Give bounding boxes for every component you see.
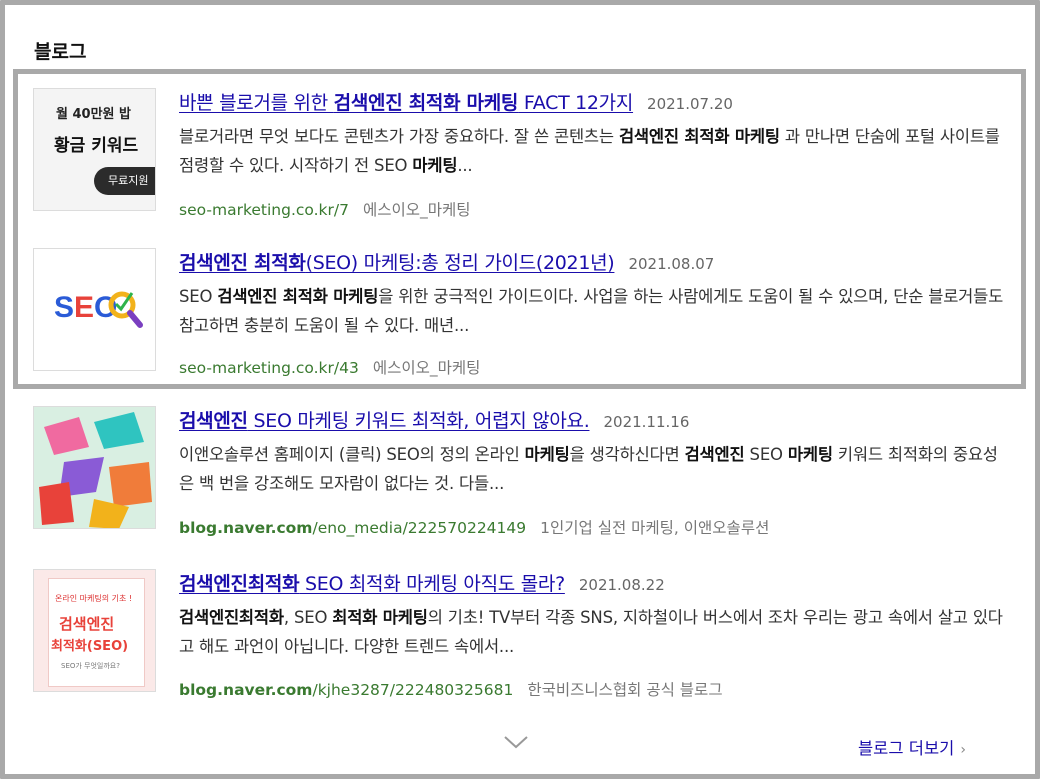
source-url[interactable]: blog.naver.com/eno_media/222570224149 xyxy=(179,519,526,537)
description-text: SEO xyxy=(179,287,218,306)
url-domain: blog.naver.com xyxy=(179,681,313,699)
title-row: 검색엔진 SEO 마케팅 키워드 최적화, 어렵지 않아요. 2021.11.16 xyxy=(179,406,689,433)
url-path: /eno_media/222570224149 xyxy=(312,519,527,537)
description-text: 을 생각하신다면 xyxy=(569,445,685,464)
thumb-text: 검색엔진 xyxy=(59,615,115,633)
result-description: SEO 검색엔진 최적화 마케팅을 위한 궁극적인 가이드이다. 사업을 하는 … xyxy=(179,282,1009,340)
thumbnail[interactable]: SEO xyxy=(33,248,156,371)
result-title-link[interactable]: 검색엔진최적화 SEO 최적화 마케팅 아직도 몰라? xyxy=(179,573,565,595)
thumb-text: SEO가 무엇일까요? xyxy=(61,662,120,670)
section-title: 블로그 xyxy=(34,41,87,63)
thumbnail[interactable] xyxy=(33,406,156,529)
title-row: 검색엔진최적화 SEO 최적화 마케팅 아직도 몰라? 2021.08.22 xyxy=(179,569,665,596)
thumb-text: 온라인 마케팅의 기초 ! xyxy=(55,594,133,603)
title-text: SEO 마케팅 키워드 최적화, 어렵지 않아요. xyxy=(247,410,590,432)
result-description: 블로거라면 무엇 보다도 콘텐츠가 가장 중요하다. 잘 쓴 콘텐츠는 검색엔진… xyxy=(179,122,1009,180)
result-title-link[interactable]: 검색엔진 최적화(SEO) 마케팅:총 정리 가이드(2021년) xyxy=(179,252,615,274)
description-text: 이앤오솔루션 홈페이지 (클릭) SEO의 정의 온라인 xyxy=(179,445,525,464)
source-row: seo-marketing.co.kr/7 에스이오_마케팅 xyxy=(179,198,471,220)
description-text: SEO xyxy=(744,445,788,464)
post-date: 2021.11.16 xyxy=(603,413,690,431)
description-text: , SEO xyxy=(283,608,333,627)
keyword-highlight: 마케팅 xyxy=(524,445,570,464)
result-title-link[interactable]: 검색엔진 SEO 마케팅 키워드 최적화, 어렵지 않아요. xyxy=(179,410,590,432)
title-keyword: 검색엔진 최적화 xyxy=(179,252,306,274)
post-date: 2021.07.20 xyxy=(647,95,733,113)
source-url[interactable]: blog.naver.com/kjhe3287/222480325681 xyxy=(179,681,513,699)
keyword-highlight: 검색엔진 최적화 마케팅 xyxy=(217,287,379,306)
title-text: FACT 12가지 xyxy=(518,92,634,114)
photo-tags-image xyxy=(34,407,155,528)
highlight-box xyxy=(13,69,1026,389)
thumbnail[interactable]: 월 40만원 밥 황금 키워드 무료지원 xyxy=(33,88,156,211)
title-keyword: 검색엔진 최적화 마케팅 xyxy=(333,92,519,114)
source-url[interactable]: seo-marketing.co.kr/43 xyxy=(179,359,359,377)
keyword-highlight: 검색엔진 최적화 마케팅 xyxy=(618,127,780,146)
description-text: 블로거라면 무엇 보다도 콘텐츠가 가장 중요하다. 잘 쓴 콘텐츠는 xyxy=(179,127,619,146)
title-text: 바쁜 블로거를 위한 xyxy=(179,92,334,114)
seo-logo-text: SEO xyxy=(54,291,117,324)
thumb-card: 온라인 마케팅의 기초 ! 검색엔진 최적화(SEO) SEO가 무엇일까요? xyxy=(48,578,145,687)
source-row: blog.naver.com/eno_media/222570224149 1인기… xyxy=(179,516,769,538)
title-text: SEO 최적화 마케팅 아직도 몰라? xyxy=(299,573,565,595)
result-title-link[interactable]: 바쁜 블로거를 위한 검색엔진 최적화 마케팅 FACT 12가지 xyxy=(179,92,633,114)
description-text: ... xyxy=(457,156,473,175)
thumb-text: 황금 키워드 xyxy=(54,136,139,156)
url-path: /kjhe3287/222480325681 xyxy=(312,681,514,699)
url-domain: blog.naver.com xyxy=(179,519,313,537)
title-keyword: 검색엔진 xyxy=(179,410,248,432)
keyword-highlight: 마케팅 xyxy=(787,445,833,464)
more-label: 블로그 더보기 xyxy=(858,739,955,758)
source-url[interactable]: seo-marketing.co.kr/7 xyxy=(179,201,349,219)
post-date: 2021.08.22 xyxy=(578,576,665,594)
keyword-highlight: 마케팅 xyxy=(412,156,458,175)
result-description: 검색엔진최적화, SEO 최적화 마케팅의 기초! TV부터 각종 SNS, 지… xyxy=(179,603,1009,661)
thumb-badge: 무료지원 xyxy=(94,167,155,195)
result-description: 이앤오솔루션 홈페이지 (클릭) SEO의 정의 온라인 마케팅을 생각하신다면… xyxy=(179,440,1009,498)
author-name[interactable]: 에스이오_마케팅 xyxy=(373,359,481,377)
keyword-highlight: 최적화 마케팅 xyxy=(332,608,428,627)
keyword-highlight: 검색엔진 xyxy=(684,445,745,464)
title-text: (SEO) 마케팅:총 정리 가이드(2021년) xyxy=(305,252,615,274)
thumb-text: 월 40만원 밥 xyxy=(56,107,131,122)
title-row: 검색엔진 최적화(SEO) 마케팅:총 정리 가이드(2021년) 2021.08… xyxy=(179,248,714,275)
title-keyword: 검색엔진최적화 xyxy=(179,573,300,595)
url-path: seo-marketing.co.kr/7 xyxy=(179,201,349,219)
source-row: seo-marketing.co.kr/43 에스이오_마케팅 xyxy=(179,356,480,378)
post-date: 2021.08.07 xyxy=(628,255,715,273)
url-path: seo-marketing.co.kr/43 xyxy=(179,359,359,377)
seo-logo-icon: SEO xyxy=(54,291,143,328)
author-name[interactable]: 1인기업 실전 마케팅, 이앤오솔루션 xyxy=(540,519,769,537)
source-row: blog.naver.com/kjhe3287/222480325681 한국비즈… xyxy=(179,678,723,700)
more-blogs-link[interactable]: 블로그 더보기 › xyxy=(858,735,966,759)
thumb-text: 최적화(SEO) xyxy=(51,639,129,654)
expand-chevron-icon[interactable] xyxy=(503,734,529,754)
thumbnail[interactable]: 온라인 마케팅의 기초 ! 검색엔진 최적화(SEO) SEO가 무엇일까요? xyxy=(33,569,156,692)
author-name[interactable]: 에스이오_마케팅 xyxy=(363,201,471,219)
keyword-highlight: 검색엔진최적화 xyxy=(179,608,284,627)
author-name[interactable]: 한국비즈니스협회 공식 블로그 xyxy=(527,681,722,699)
title-row: 바쁜 블로거를 위한 검색엔진 최적화 마케팅 FACT 12가지 2021.07… xyxy=(179,88,733,115)
chevron-right-icon: › xyxy=(960,742,966,758)
